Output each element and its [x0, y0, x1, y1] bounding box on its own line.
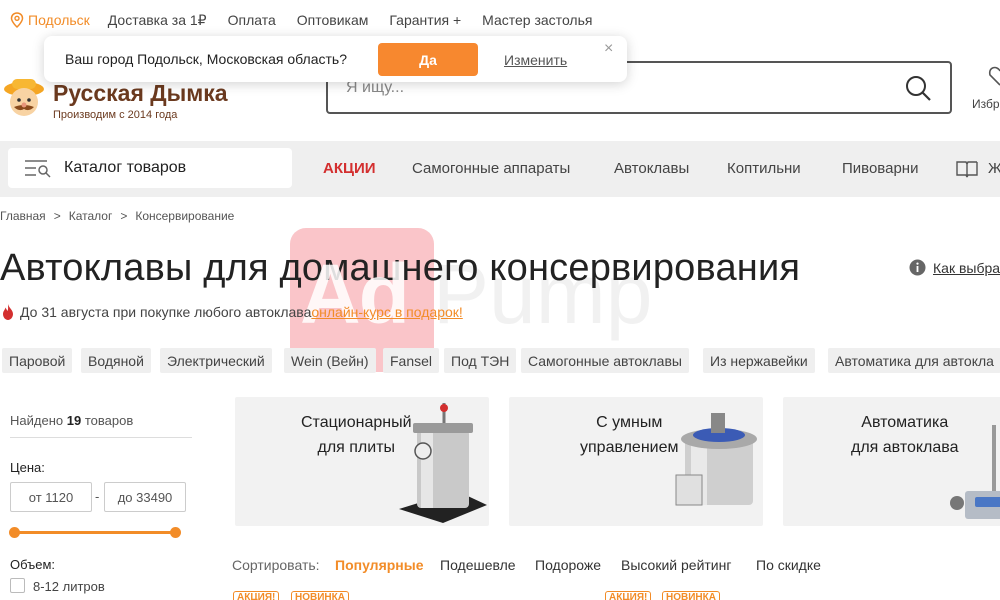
site-logo[interactable]: Русская Дымка Производим с 2014 года	[0, 76, 260, 130]
promo-badge: АКЦИЯ!	[233, 591, 280, 600]
price-label: Цена:	[10, 460, 45, 475]
city-name: Подольск	[28, 12, 90, 28]
mascot-logo-icon	[4, 79, 44, 116]
brand-name: Русская Дымка	[53, 80, 228, 106]
breadcrumb-home[interactable]: Главная	[0, 209, 46, 223]
price-slider-track[interactable]	[14, 531, 176, 534]
main-nav: Каталог товаров АКЦИИ Самогонные аппарат…	[0, 141, 1000, 197]
book-icon	[956, 161, 978, 178]
nav-item-distillers[interactable]: Самогонные аппараты	[412, 160, 570, 177]
top-link-warranty[interactable]: Гарантия +	[389, 12, 461, 28]
sort-popular[interactable]: Популярные	[335, 557, 423, 573]
nav-item-more[interactable]: Ж	[988, 160, 1000, 177]
fire-icon	[3, 304, 13, 320]
volume-checkbox[interactable]	[10, 578, 25, 593]
sort-label: Сортировать:	[232, 557, 320, 573]
sort-cheaper[interactable]: Подешевле	[440, 557, 516, 573]
category-card-automation[interactable]: Автоматика для автоклава	[783, 397, 1000, 526]
city-confirm-popup: Ваш город Подольск, Московская область? …	[44, 36, 627, 82]
found-suffix: товаров	[84, 413, 134, 428]
sort-expensive[interactable]: Подороже	[535, 557, 601, 573]
top-link-payment[interactable]: Оплата	[228, 12, 276, 28]
catalog-button[interactable]: Каталог товаров	[8, 148, 292, 188]
category-card-smart[interactable]: С умным управлением	[509, 397, 763, 526]
nav-item-promo[interactable]: АКЦИИ	[323, 160, 376, 177]
brand-tagline: Производим с 2014 года	[53, 109, 178, 121]
nav-item-autoclaves[interactable]: Автоклавы	[614, 160, 689, 177]
price-dash: -	[95, 489, 100, 504]
catalog-label: Каталог товаров	[64, 159, 187, 176]
tag-fansel[interactable]: Fansel	[383, 348, 440, 373]
city-question: Ваш город Подольск, Московская область?	[65, 51, 347, 67]
sort-rating[interactable]: Высокий рейтинг	[621, 557, 731, 573]
new-badge: НОВИНКА	[291, 591, 349, 600]
sort-discount[interactable]: По скидке	[756, 557, 821, 573]
watermark-logo-text: Ad	[300, 247, 410, 341]
category-card-stationary[interactable]: Стационарный для плиты	[235, 397, 489, 526]
found-count: Найдено 19 товаров	[10, 413, 133, 428]
info-icon	[909, 259, 926, 276]
tag-wein[interactable]: Wein (Вейн)	[284, 348, 376, 373]
promo-banner: До 31 августа при покупке любого автокла…	[2, 304, 463, 320]
price-from-input[interactable]: от 1120	[10, 482, 92, 512]
change-city-link[interactable]: Изменить	[504, 52, 567, 68]
autoclave-smart-image	[675, 413, 757, 506]
catalog-menu-icon	[25, 160, 51, 178]
new-badge: НОВИНКА	[662, 591, 720, 600]
tag-stainless[interactable]: Из нержавейки	[703, 348, 815, 373]
promo-badge: АКЦИЯ!	[605, 591, 652, 600]
price-to-input[interactable]: до 33490	[104, 482, 186, 512]
top-link-delivery[interactable]: Доставка за 1₽	[108, 12, 207, 29]
top-bar: Подольск Доставка за 1₽ Оплата Оптовикам…	[0, 0, 1000, 40]
found-number: 19	[66, 413, 82, 428]
location-pin-icon	[10, 12, 24, 28]
autoclave-stove-image	[399, 403, 487, 523]
breadcrumb-catalog[interactable]: Каталог	[69, 209, 113, 223]
card-title: С умным управлением	[580, 414, 679, 456]
tag-electric[interactable]: Электрический	[160, 348, 272, 373]
found-prefix: Найдено	[10, 413, 64, 428]
nav-item-breweries[interactable]: Пивоварни	[842, 160, 918, 177]
confirm-city-button[interactable]: Да	[378, 43, 478, 76]
how-to-choose-label: Как выбра	[933, 259, 1000, 276]
card-title: Автоматика для автоклава	[851, 414, 959, 456]
tag-distiller-autoclaves[interactable]: Самогонные автоклавы	[521, 348, 689, 373]
how-to-choose-link[interactable]: Как выбра	[909, 259, 1000, 276]
top-link-wholesale[interactable]: Оптовикам	[297, 12, 369, 28]
nav-item-smokers[interactable]: Коптильни	[727, 160, 801, 177]
breadcrumb: Главная > Каталог > Консервирование	[0, 209, 235, 223]
card-title: Стационарный для плиты	[301, 414, 412, 456]
price-slider-max-handle[interactable]	[170, 527, 181, 538]
tag-ten[interactable]: Под ТЭН	[444, 348, 517, 373]
top-link-master[interactable]: Мастер застолья	[482, 12, 592, 28]
favorites-label[interactable]: Избр	[972, 97, 1000, 111]
volume-option-label[interactable]: 8-12 литров	[33, 579, 105, 594]
heart-icon[interactable]	[985, 66, 1000, 88]
promo-text: До 31 августа при покупке любого автокла…	[20, 304, 312, 320]
filter-divider	[10, 437, 192, 438]
volume-label: Объем:	[10, 557, 56, 572]
search-icon[interactable]	[904, 74, 932, 102]
breadcrumb-canning[interactable]: Консервирование	[135, 209, 234, 223]
close-icon[interactable]: ×	[604, 40, 613, 58]
tag-steam[interactable]: Паровой	[2, 348, 73, 373]
tag-automation[interactable]: Автоматика для автокла	[828, 348, 1000, 373]
automation-unit-image	[950, 425, 1000, 519]
city-selector[interactable]: Подольск	[10, 12, 90, 28]
price-slider-min-handle[interactable]	[9, 527, 20, 538]
tag-water[interactable]: Водяной	[81, 348, 151, 373]
promo-link[interactable]: онлайн-курс в подарок!	[311, 304, 462, 320]
